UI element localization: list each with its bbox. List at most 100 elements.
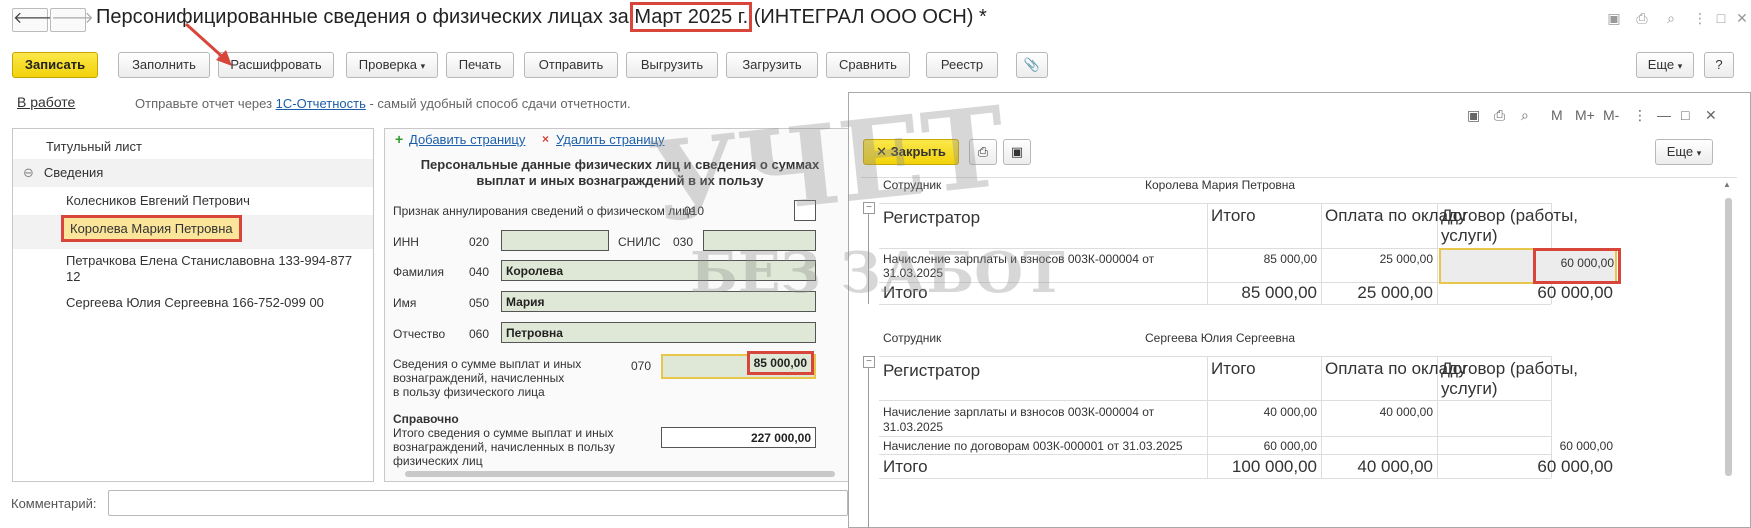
- tree-item-title-page[interactable]: Титульный лист: [13, 133, 373, 159]
- more-label: Еще: [1647, 57, 1675, 72]
- status-text-before: Отправьте отчет через: [135, 96, 276, 111]
- registrar-cell[interactable]: Начисление зарплаты и взносов 003К-00000…: [883, 252, 1154, 266]
- print-button[interactable]: ⎙: [969, 139, 997, 165]
- maximize-icon[interactable]: □: [1710, 8, 1732, 28]
- horizontal-scrollbar[interactable]: [405, 471, 835, 477]
- registrar-cell[interactable]: Начисление по договорам 003К-000001 от 3…: [883, 439, 1183, 453]
- registrar-cell[interactable]: Начисление зарплаты и взносов 003К-00000…: [883, 405, 1154, 419]
- cancel-checkbox[interactable]: [794, 200, 816, 221]
- grid-line: [879, 454, 1551, 455]
- contract-cell: 60 000,00: [1533, 248, 1621, 284]
- memory-icon[interactable]: M: [1551, 107, 1563, 123]
- reference-label-2: вознаграждений, начисленных в пользу: [393, 440, 615, 454]
- tree-item-koroleva[interactable]: Королева Мария Петровна: [13, 215, 373, 249]
- delete-page-link[interactable]: Удалить страницу: [556, 132, 665, 147]
- tree-item-petrachkova[interactable]: Петрачкова Елена Станиславовна 133-994-8…: [13, 251, 373, 269]
- status-state-link[interactable]: В работе: [17, 94, 75, 110]
- contract-cell[interactable]: 60 000,00: [1437, 439, 1613, 453]
- total-row-total: 85 000,00: [1241, 283, 1317, 302]
- collapse-toggle-icon[interactable]: ⊖: [23, 165, 34, 180]
- print-icon: ⎙: [977, 144, 989, 159]
- save-icon[interactable]: ▣: [1467, 107, 1480, 124]
- arrow-right-icon: 🡒: [51, 10, 94, 27]
- cancel-label: Признак аннулирования сведений о физичес…: [393, 204, 696, 218]
- check-button[interactable]: Проверка ▾: [346, 52, 438, 78]
- vertical-scrollbar[interactable]: [1725, 198, 1732, 476]
- column-header-total: Итого: [1211, 359, 1256, 378]
- print-button[interactable]: Печать: [446, 52, 514, 78]
- sum-label-2: вознаграждений, начисленных: [393, 371, 565, 385]
- compare-button[interactable]: Сравнить: [826, 52, 910, 78]
- surname-label: Фамилия: [393, 265, 444, 279]
- comment-input[interactable]: [108, 490, 848, 516]
- annotation-arrow-icon: [184, 22, 232, 66]
- status-text-after: - самый удобный способ сдачи отчетности.: [365, 96, 631, 111]
- more-label: Еще: [1666, 144, 1694, 159]
- save-button[interactable]: ▣: [1003, 139, 1031, 165]
- attach-button[interactable]: 📎: [1016, 52, 1048, 78]
- close-icon[interactable]: ✕: [1731, 8, 1751, 28]
- help-button[interactable]: ?: [1704, 52, 1734, 78]
- registry-button[interactable]: Реестр: [926, 52, 998, 78]
- selected-cell[interactable]: 60 000,00: [1439, 248, 1621, 284]
- snils-field[interactable]: [703, 230, 816, 251]
- more-vertical-icon[interactable]: ⋮: [1689, 8, 1711, 28]
- sum-label-1: Сведения о сумме выплат и иных: [393, 357, 582, 371]
- more-vertical-icon[interactable]: ⋮: [1633, 107, 1647, 124]
- total-row-label: Итого: [883, 457, 928, 476]
- decode-report-window: ▣ ⎙ ⌕ M M+ M- ⋮ — □ ✕ ✕ Закрыть ⎙ ▣ Еще …: [848, 92, 1751, 528]
- title-suffix: (ИНТЕГРАЛ ООО ОСН) *: [748, 6, 987, 28]
- patronymic-code: 060: [469, 327, 490, 341]
- tree-item-details[interactable]: ⊖ Сведения: [13, 159, 373, 187]
- total-cell[interactable]: 60 000,00: [1207, 439, 1317, 453]
- close-icon[interactable]: ✕: [1705, 107, 1717, 124]
- total-cell[interactable]: 85 000,00: [1207, 252, 1317, 266]
- comment-label: Комментарий:: [11, 496, 97, 511]
- name-field[interactable]: Мария: [501, 291, 816, 312]
- upload-button[interactable]: Выгрузить: [626, 52, 718, 78]
- print-icon[interactable]: ⎙: [1494, 107, 1505, 124]
- salary-cell[interactable]: 25 000,00: [1321, 252, 1433, 266]
- preview-icon[interactable]: ⌕: [1660, 8, 1682, 28]
- name-label: Имя: [393, 296, 417, 310]
- memory-minus-icon[interactable]: M-: [1603, 107, 1619, 123]
- save-button[interactable]: Записать: [12, 52, 98, 78]
- registrar-cell-date[interactable]: 31.03.2025: [883, 420, 943, 434]
- collapse-group-icon[interactable]: −: [863, 356, 875, 368]
- total-row-salary: 40 000,00: [1357, 457, 1433, 476]
- sum-field[interactable]: 85 000,00: [661, 351, 816, 379]
- employee-label: Сотрудник: [883, 331, 942, 345]
- maximize-icon[interactable]: □: [1681, 107, 1689, 123]
- more-button[interactable]: Еще ▾: [1636, 52, 1694, 78]
- employee-label: Сотрудник: [883, 178, 942, 192]
- more-button[interactable]: Еще ▾: [1655, 139, 1713, 165]
- print-icon[interactable]: ⎙: [1631, 8, 1653, 28]
- reporting-service-link[interactable]: 1С-Отчетность: [276, 96, 366, 111]
- patronymic-field[interactable]: Петровна: [501, 322, 816, 343]
- send-button[interactable]: Отправить: [524, 52, 618, 78]
- add-page-link[interactable]: Добавить страницу: [409, 132, 525, 147]
- column-header-contract-1: Договор (работы,: [1441, 206, 1579, 225]
- tree-item-sergeeva[interactable]: Сергеева Юлия Сергеевна 166-752-099 00: [13, 291, 373, 317]
- registrar-cell-date[interactable]: 31.03.2025: [883, 266, 943, 280]
- total-cell[interactable]: 40 000,00: [1207, 405, 1317, 419]
- save-icon[interactable]: ▣: [1603, 8, 1625, 28]
- memory-plus-icon[interactable]: M+: [1575, 107, 1595, 123]
- salary-cell[interactable]: 40 000,00: [1321, 405, 1433, 419]
- load-button[interactable]: Загрузить: [726, 52, 818, 78]
- inn-field[interactable]: [501, 230, 609, 251]
- back-button[interactable]: 🡐: [12, 8, 56, 32]
- plus-icon: +: [395, 131, 404, 147]
- collapse-group-icon[interactable]: −: [863, 202, 875, 214]
- preview-icon[interactable]: ⌕: [1521, 107, 1529, 124]
- close-button[interactable]: ✕ Закрыть: [863, 139, 959, 165]
- save-icon: ▣: [1010, 144, 1024, 159]
- form-heading-line2: выплат и иных вознаграждений в их пользу: [476, 173, 764, 188]
- minimize-icon[interactable]: —: [1657, 107, 1671, 123]
- tree-item-kolesnikov[interactable]: Колесников Евгений Петрович: [13, 187, 373, 215]
- forward-button[interactable]: 🡒: [50, 8, 94, 32]
- tree-item-petrachkova-suffix[interactable]: 12: [13, 269, 373, 287]
- surname-field[interactable]: Королева: [501, 260, 816, 281]
- total-row-contract: 60 000,00: [1537, 283, 1613, 302]
- scroll-up-icon[interactable]: ▲: [1723, 180, 1733, 190]
